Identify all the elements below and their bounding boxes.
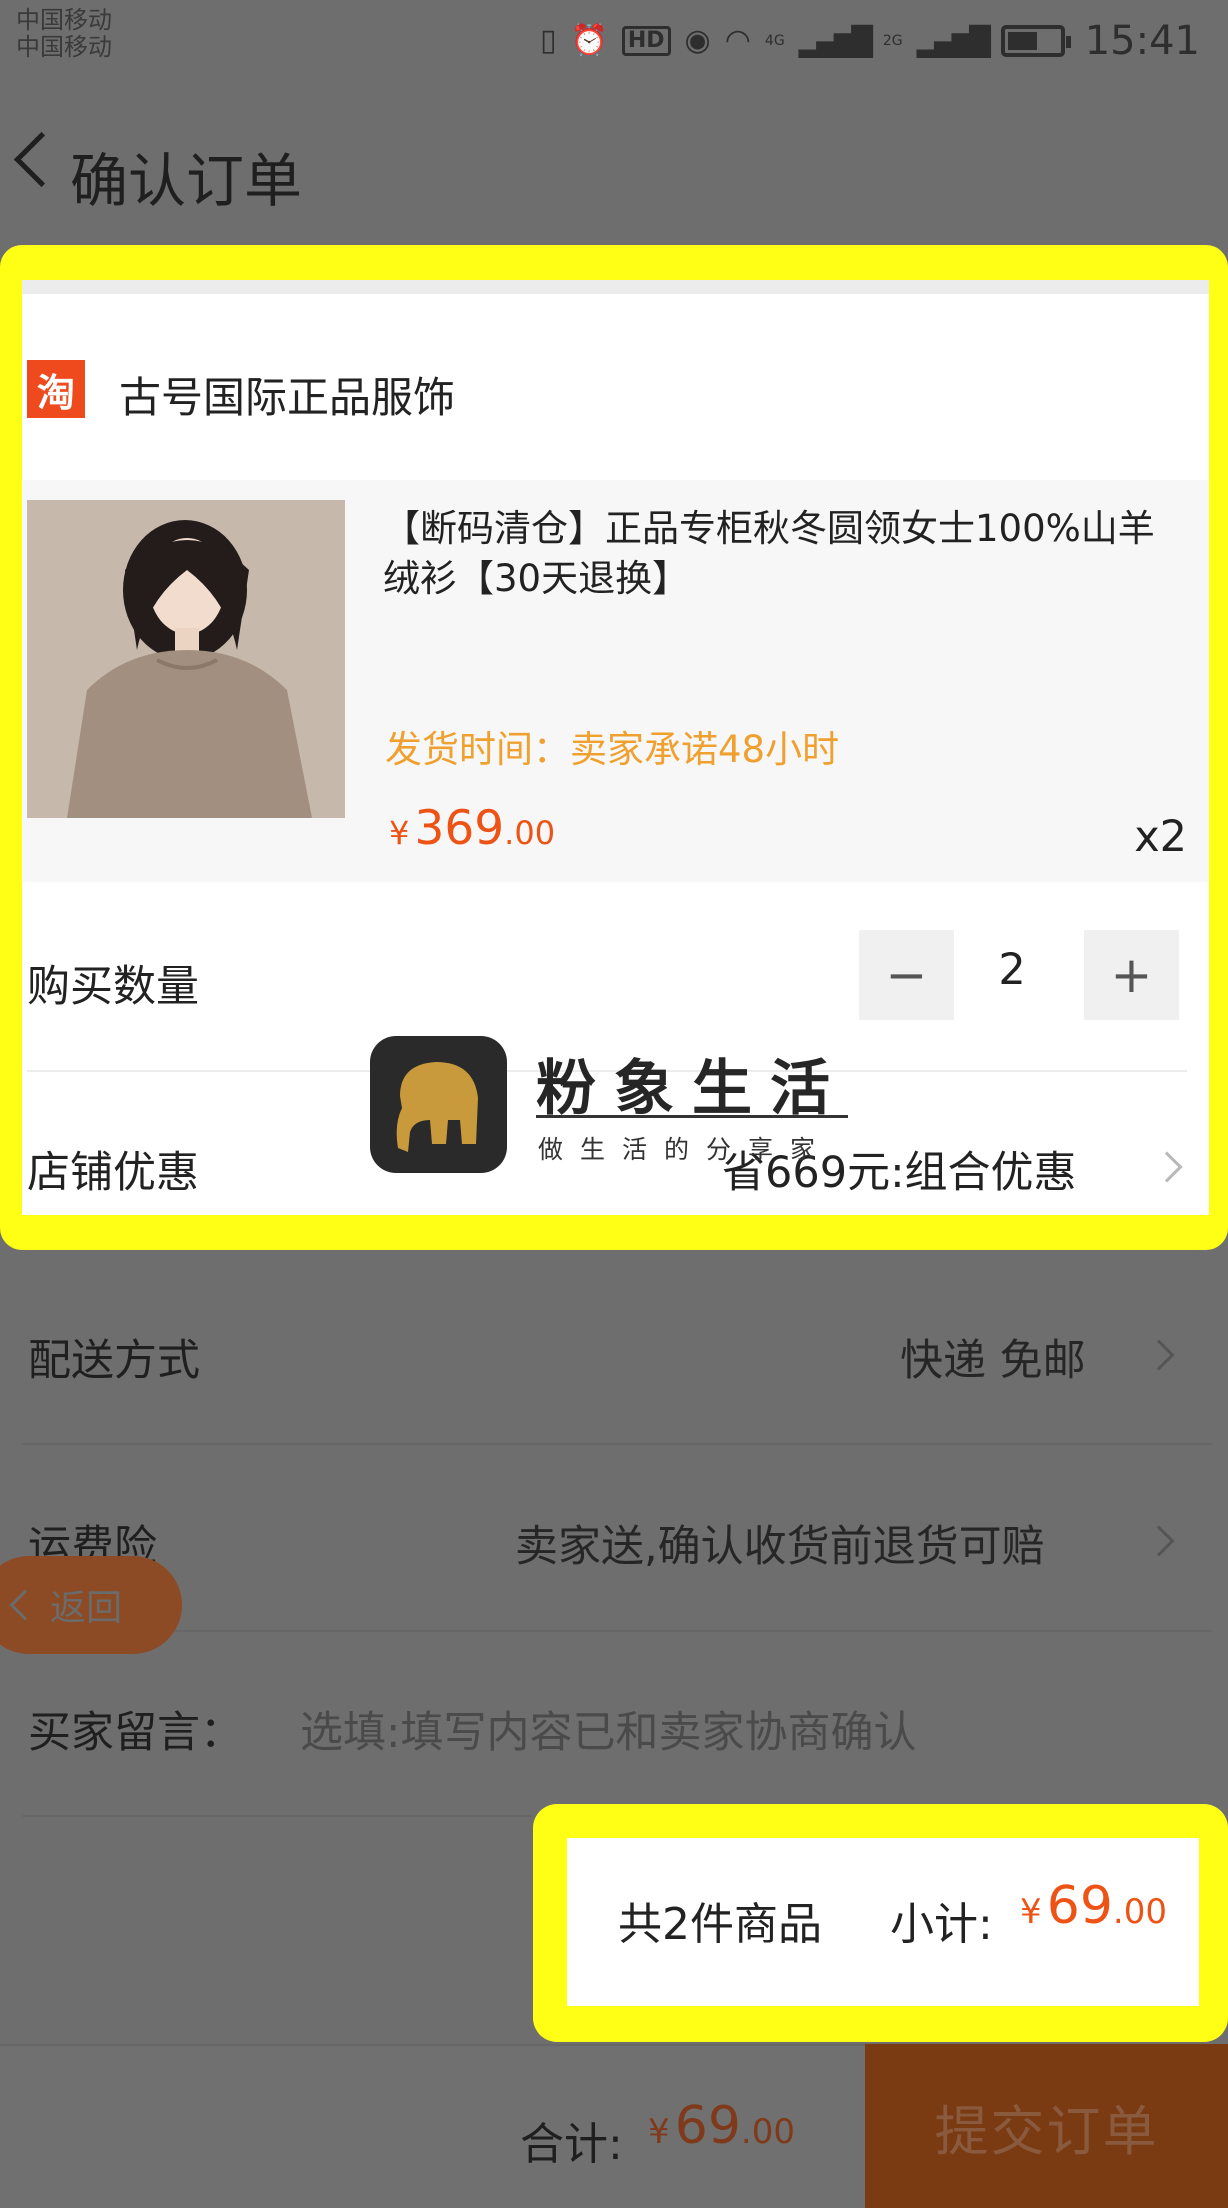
- shop-name[interactable]: 古号国际正品服饰: [119, 364, 455, 425]
- card-separator: [22, 280, 1209, 294]
- signal-bars-icon: ▂▄▆█: [798, 24, 873, 58]
- status-time: 15:41: [1084, 18, 1200, 64]
- delivery-label[interactable]: 配送方式: [28, 1326, 200, 1388]
- quantity-label: 购买数量: [27, 962, 199, 1012]
- product-price: ¥ 369.00: [389, 801, 555, 856]
- elephant-logo-icon: [370, 1036, 507, 1173]
- total-integer: 69: [674, 2096, 741, 2156]
- battery-icon: [1000, 25, 1071, 57]
- subtotal-label: 小计:: [890, 1899, 993, 1950]
- signal-bars-icon-2: ▂▄▆█: [916, 24, 991, 58]
- chevron-right-icon[interactable]: [1143, 1339, 1175, 1371]
- divider: [22, 1443, 1212, 1445]
- subtotal-price: ¥ 69.00: [1020, 1876, 1167, 1936]
- network-type-2: 2G: [882, 33, 903, 49]
- product-title[interactable]: 【断码清仓】正品专柜秋冬圆领女士100%山羊绒衫【30天退换】: [383, 504, 1183, 604]
- price-integer: 369: [414, 801, 505, 856]
- quantity-decrease-button[interactable]: −: [859, 930, 954, 1020]
- chevron-right-icon[interactable]: [1151, 1151, 1183, 1183]
- battery-level: [1007, 32, 1037, 50]
- back-chevron-icon: [9, 1589, 41, 1621]
- divider: [22, 1630, 1212, 1632]
- total-currency: ¥: [648, 2112, 670, 2152]
- quantity-badge: x2: [1134, 812, 1187, 862]
- chevron-right-icon[interactable]: [1143, 1525, 1175, 1557]
- shipping-insurance-value[interactable]: 卖家送,确认收货前退货可赔: [515, 1512, 1045, 1574]
- alarm-icon: ⏰: [570, 23, 608, 58]
- eye-icon: ◉: [684, 23, 711, 58]
- floating-back-label: 返回: [50, 1588, 123, 1629]
- subtotal-decimal: .00: [1112, 1892, 1167, 1932]
- quantity-increase-button[interactable]: +: [1084, 930, 1179, 1020]
- network-type-1: 4G: [764, 33, 785, 49]
- divider: [22, 1815, 532, 1817]
- taobao-logo-icon: 淘: [27, 360, 85, 418]
- ship-time: 发货时间：卖家承诺48小时: [385, 728, 840, 771]
- delivery-value[interactable]: 快递 免邮: [900, 1326, 1086, 1388]
- submit-order-button[interactable]: 提交订单: [865, 2044, 1228, 2208]
- subtotal-currency: ¥: [1020, 1892, 1042, 1932]
- watermark-rule: [536, 1115, 848, 1118]
- hd-icon: HD: [621, 26, 671, 56]
- product-photo-icon[interactable]: [27, 500, 345, 818]
- price-currency: ¥: [389, 814, 410, 852]
- total-label: 合计:: [520, 2119, 623, 2170]
- product-row[interactable]: 【断码清仓】正品专柜秋冬圆领女士100%山羊绒衫【30天退换】 发货时间：卖家承…: [22, 480, 1209, 882]
- watermark-title: 粉象生活: [536, 1054, 848, 1124]
- quantity-value[interactable]: 2: [962, 945, 1062, 995]
- wifi-icon: ◠: [724, 23, 751, 58]
- product-photo: [27, 500, 345, 818]
- carrier-label-1: 中国移动: [16, 6, 112, 34]
- total-price: ¥ 69.00: [648, 2096, 795, 2156]
- vibrate-icon: ▯: [539, 23, 557, 58]
- elephant-logo: [396, 1062, 478, 1152]
- total-decimal: .00: [740, 2112, 795, 2152]
- page-title: 确认订单: [70, 147, 303, 215]
- carrier-label-2: 中国移动: [16, 33, 112, 61]
- floating-back-button[interactable]: 返回: [0, 1556, 182, 1654]
- watermark-subtitle: 做生活的分享家: [538, 1135, 833, 1164]
- shop-discount-label[interactable]: 店铺优惠: [27, 1138, 199, 1200]
- buyer-message-label: 买家留言：: [28, 1708, 243, 1758]
- back-arrow-icon[interactable]: [6, 120, 50, 190]
- status-icons: ▯ ⏰ HD ◉ ◠ 4G ▂▄▆█ 2G ▂▄▆█ 15:41: [540, 18, 1200, 64]
- item-count: 共2件商品: [618, 1899, 822, 1950]
- subtotal-integer: 69: [1046, 1876, 1113, 1936]
- buyer-message-input[interactable]: 选填:填写内容已和卖家协商确认: [300, 1698, 917, 1760]
- price-decimal: .00: [504, 814, 556, 852]
